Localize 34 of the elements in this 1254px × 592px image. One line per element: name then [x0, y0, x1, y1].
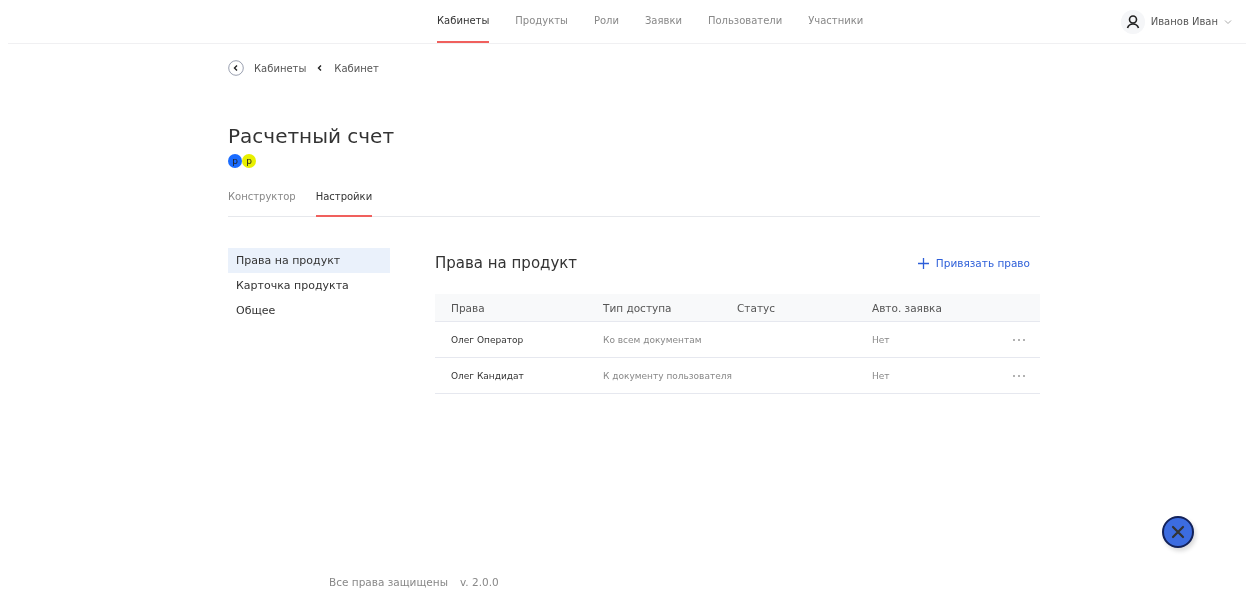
column-header: Авто. заявка [872, 301, 942, 314]
nav-item[interactable]: Продукты [515, 0, 568, 43]
sidebar-item[interactable]: Общее [228, 298, 390, 323]
table-cell: К документу пользователя [603, 370, 732, 381]
column-header: Тип доступа [603, 301, 672, 314]
sidebar-item[interactable]: Карточка продукта [228, 273, 390, 298]
tools-button[interactable] [1162, 516, 1194, 548]
table-cell: Нет [872, 370, 890, 381]
add-right-button[interactable]: Привязать право [911, 256, 1040, 270]
sidebar-item[interactable]: Права на продукт [228, 248, 390, 273]
avatar-badge: p [228, 154, 242, 168]
breadcrumb-link[interactable]: Кабинет [334, 62, 379, 74]
breadcrumb-link[interactable]: Кабинеты [254, 62, 307, 74]
avatar-badge: p [242, 154, 256, 168]
nav-item[interactable]: Кабинеты [437, 0, 490, 43]
column-header: Права [451, 301, 485, 314]
user-name[interactable]: Иванов Иван [1150, 16, 1218, 27]
nav-item[interactable]: Роли [593, 0, 619, 43]
section-title: Права на продукт [435, 254, 578, 272]
tab[interactable]: Настройки [315, 178, 373, 217]
back-button[interactable] [228, 60, 244, 76]
plus-icon [917, 257, 929, 269]
version-text: v. 2.0.0 [459, 576, 499, 588]
table-cell: Ко всем документам [603, 334, 702, 345]
table-cell: Олег Кандидат [451, 370, 524, 381]
table-cell: Олег Оператор [451, 334, 524, 345]
nav-item[interactable]: Пользователи [707, 0, 783, 43]
column-header: Статус [737, 301, 775, 314]
tab[interactable]: Конструктор [228, 178, 296, 217]
copyright-text: Все права защищены [329, 576, 448, 588]
nav-item[interactable]: Заявки [644, 0, 682, 43]
nav-item[interactable]: Участники [808, 0, 864, 43]
table-cell: Нет [872, 334, 890, 345]
page-title: Расчетный счет [228, 124, 396, 148]
